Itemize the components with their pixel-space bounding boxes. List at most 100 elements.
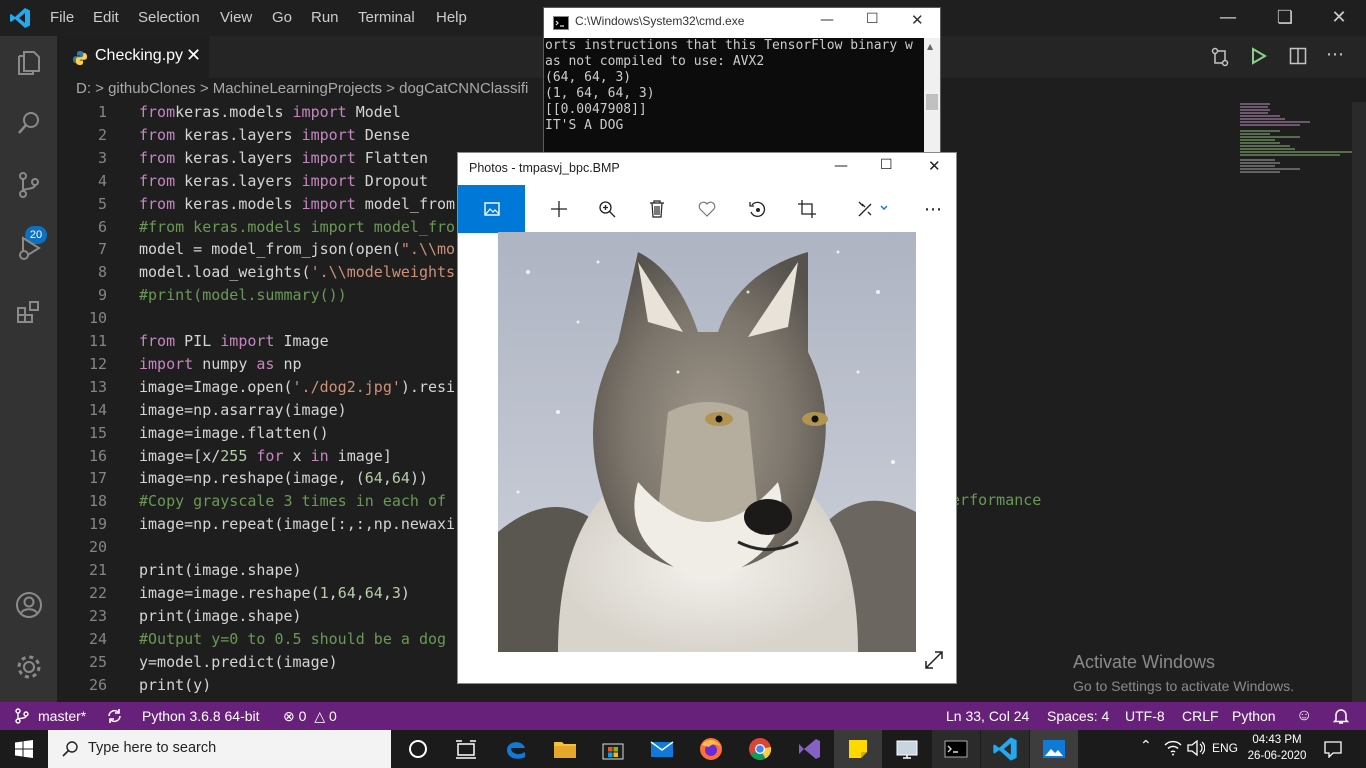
code-token: image=np.asarray(image) [139,401,347,419]
accounts-icon[interactable] [0,580,57,630]
line-number: 26 [88,676,107,694]
code-token: , [355,584,365,602]
minimize-icon[interactable]: — [1205,0,1251,36]
chrome-icon[interactable] [746,735,774,763]
cmd-window[interactable]: C:\Windows\System32\cmd.exe — ☐ ✕ orts i… [543,7,941,153]
menu-file[interactable]: File [50,0,74,36]
settings-gear-icon[interactable] [0,642,57,692]
menu-view[interactable]: View [220,0,252,36]
photos-maximize-icon[interactable]: ☐ [880,157,893,173]
code-token: PIL [175,332,221,350]
cmd-maximize-icon[interactable]: ☐ [866,11,879,27]
search-icon[interactable] [0,98,57,148]
input-language[interactable]: ENG [1212,741,1238,755]
cmd-scrollbar[interactable]: ▲ [924,38,940,152]
photos-window[interactable]: Photos - tmpasvj_bpc.BMP — ☐ ✕ ⋯ [457,152,957,684]
cmd-minimize-icon[interactable]: — [820,12,834,28]
code-line: image=[x/255 for x in image] [139,447,392,465]
minimap[interactable] [1232,102,1352,182]
code-token: 64 [364,469,383,487]
menu-edit[interactable]: Edit [93,0,119,36]
indentation[interactable]: Spaces: 4 [1047,702,1109,730]
end-of-line[interactable]: CRLF [1182,702,1219,730]
activate-subtitle: Go to Settings to activate Windows. [1073,678,1294,694]
restore-icon[interactable]: ❏ [1262,0,1308,36]
wifi-icon[interactable] [1164,740,1182,756]
menu-terminal[interactable]: Terminal [358,0,415,36]
explorer-icon[interactable] [0,38,57,88]
tab-close-icon[interactable]: ✕ [186,45,201,66]
photos-title-bar[interactable]: Photos - tmpasvj_bpc.BMP — ☐ ✕ [458,153,956,185]
remote-desktop-icon[interactable] [893,735,921,763]
favorite-icon[interactable] [682,185,732,233]
visual-studio-icon[interactable] [795,735,823,763]
cmd-scroll-thumb[interactable] [926,94,938,110]
line-number: 20 [88,538,107,556]
close-icon[interactable]: ✕ [1316,0,1362,36]
see-all-photos-icon[interactable] [458,185,525,233]
photos-close-icon[interactable]: ✕ [928,157,941,175]
encoding[interactable]: UTF-8 [1125,702,1165,730]
taskbar-search-box[interactable]: Type here to search [48,730,391,768]
code-token: image] [328,447,392,465]
code-token: ".\\mo [400,240,456,258]
zoom-icon[interactable] [582,185,632,233]
delete-icon[interactable] [632,185,682,233]
menu-selection[interactable]: Selection [138,0,200,36]
photos-taskbar-icon[interactable] [1040,735,1068,763]
code-line: print(image.shape) [139,561,302,579]
python-interpreter[interactable]: Python 3.6.8 64-bit [142,702,260,730]
vscode-taskbar-icon[interactable] [991,735,1019,763]
mail-icon[interactable] [648,735,676,763]
code-line: #Output y=0 to 0.5 should be a dog [139,630,446,648]
python-file-icon [73,51,87,65]
cursor-position[interactable]: Ln 33, Col 24 [946,702,1029,730]
cmd-taskbar-icon[interactable] [942,735,970,763]
feedback-icon[interactable]: ☺ [1296,702,1312,730]
activate-title: Activate Windows [1073,652,1216,672]
crop-icon[interactable] [782,185,832,233]
more-options-icon[interactable]: ⋯ [908,185,958,233]
error-icon: ⊗ [283,708,295,724]
editor-scrollbar[interactable] [1352,102,1366,702]
sticky-notes-icon[interactable] [844,735,872,763]
code-token: import [301,149,356,167]
windows-start-icon[interactable] [15,740,33,758]
sync-icon[interactable] [106,708,123,724]
photos-minimize-icon[interactable]: — [834,158,848,174]
clock[interactable]: 04:43 PM 26-06-2020 [1247,732,1307,764]
run-python-icon[interactable] [1250,47,1268,65]
cmd-title-bar[interactable]: C:\Windows\System32\cmd.exe — ☐ ✕ [544,8,940,38]
extensions-icon[interactable] [0,287,57,337]
more-actions-icon[interactable]: ⋯ [1326,44,1344,65]
git-branch[interactable]: master* [38,702,86,730]
line-number: 7 [97,240,107,258]
cmd-close-icon[interactable]: ✕ [911,11,924,29]
add-icon[interactable] [534,185,584,233]
fullscreen-icon[interactable] [924,650,944,670]
problems-indicator[interactable]: ⊗ 0 △ 0 [283,702,337,730]
breadcrumb[interactable]: D: > githubClones > MachineLearningProje… [76,80,528,97]
notifications-bell-icon[interactable] [1333,707,1349,725]
code-token: Model [346,103,401,121]
language-mode[interactable]: Python [1232,702,1276,730]
edit-create-icon[interactable] [842,185,902,233]
firefox-icon[interactable] [697,735,725,763]
edge-icon[interactable] [502,735,530,763]
store-icon[interactable] [599,735,627,763]
split-editor-icon[interactable] [1289,47,1307,65]
run-debug-icon[interactable] [0,223,57,273]
menu-go[interactable]: Go [272,0,292,36]
rotate-icon[interactable] [732,185,782,233]
source-control-icon[interactable] [0,160,57,210]
menu-help[interactable]: Help [436,0,467,36]
open-changes-icon[interactable] [1210,47,1230,67]
code-line: from PIL import Image [139,332,329,350]
file-explorer-icon[interactable] [551,735,579,763]
volume-icon[interactable] [1187,740,1205,756]
task-view-icon[interactable] [452,735,480,763]
menu-run[interactable]: Run [311,0,339,36]
cortana-icon[interactable] [404,735,432,763]
show-hidden-icons[interactable]: ⌃ [1140,738,1152,754]
action-center-icon[interactable] [1324,740,1342,758]
